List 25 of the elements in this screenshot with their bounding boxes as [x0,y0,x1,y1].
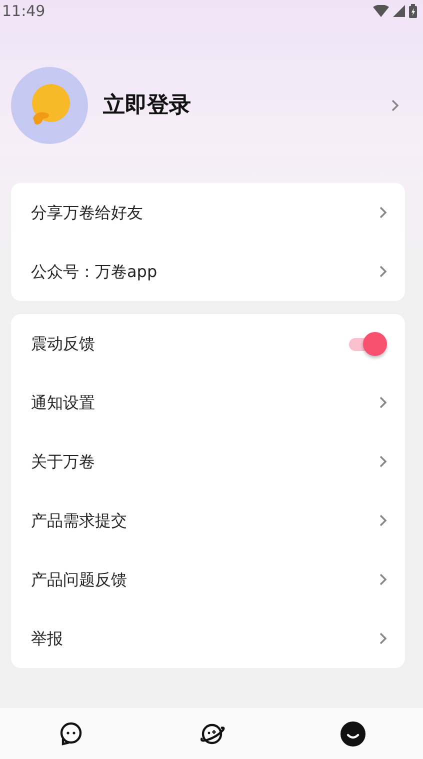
smile-icon [340,720,366,746]
profile-tab[interactable] [338,718,368,748]
vibration-toggle[interactable] [347,332,387,356]
chevron-right-icon[interactable] [391,98,399,112]
setting-label[interactable]: 举报 [31,626,63,650]
chevron-right-icon [379,514,387,527]
setting-label[interactable]: 公众号：万卷app [31,260,158,284]
setting-label[interactable]: 关于万卷 [31,450,95,474]
wifi-icon [373,5,389,17]
setting-label[interactable]: 通知设置 [31,390,95,414]
status-time: 11:49 [2,0,46,22]
chevron-right-icon [379,455,387,468]
login-link[interactable]: 立即登录 [103,88,191,122]
setting-label[interactable]: 分享万卷给好友 [31,200,143,224]
chevron-right-icon [379,265,387,278]
setting-label[interactable]: 震动反馈 [31,332,95,356]
setting-label[interactable]: 产品需求提交 [31,508,127,532]
chevron-right-icon [379,573,387,586]
setting-label[interactable]: 产品问题反馈 [31,568,127,592]
chevron-right-icon [379,206,387,219]
chat-bubble-icon [58,720,84,746]
chevron-right-icon [379,632,387,645]
chevron-right-icon [379,396,387,409]
battery-icon [409,4,417,18]
signal-icon [393,5,405,17]
